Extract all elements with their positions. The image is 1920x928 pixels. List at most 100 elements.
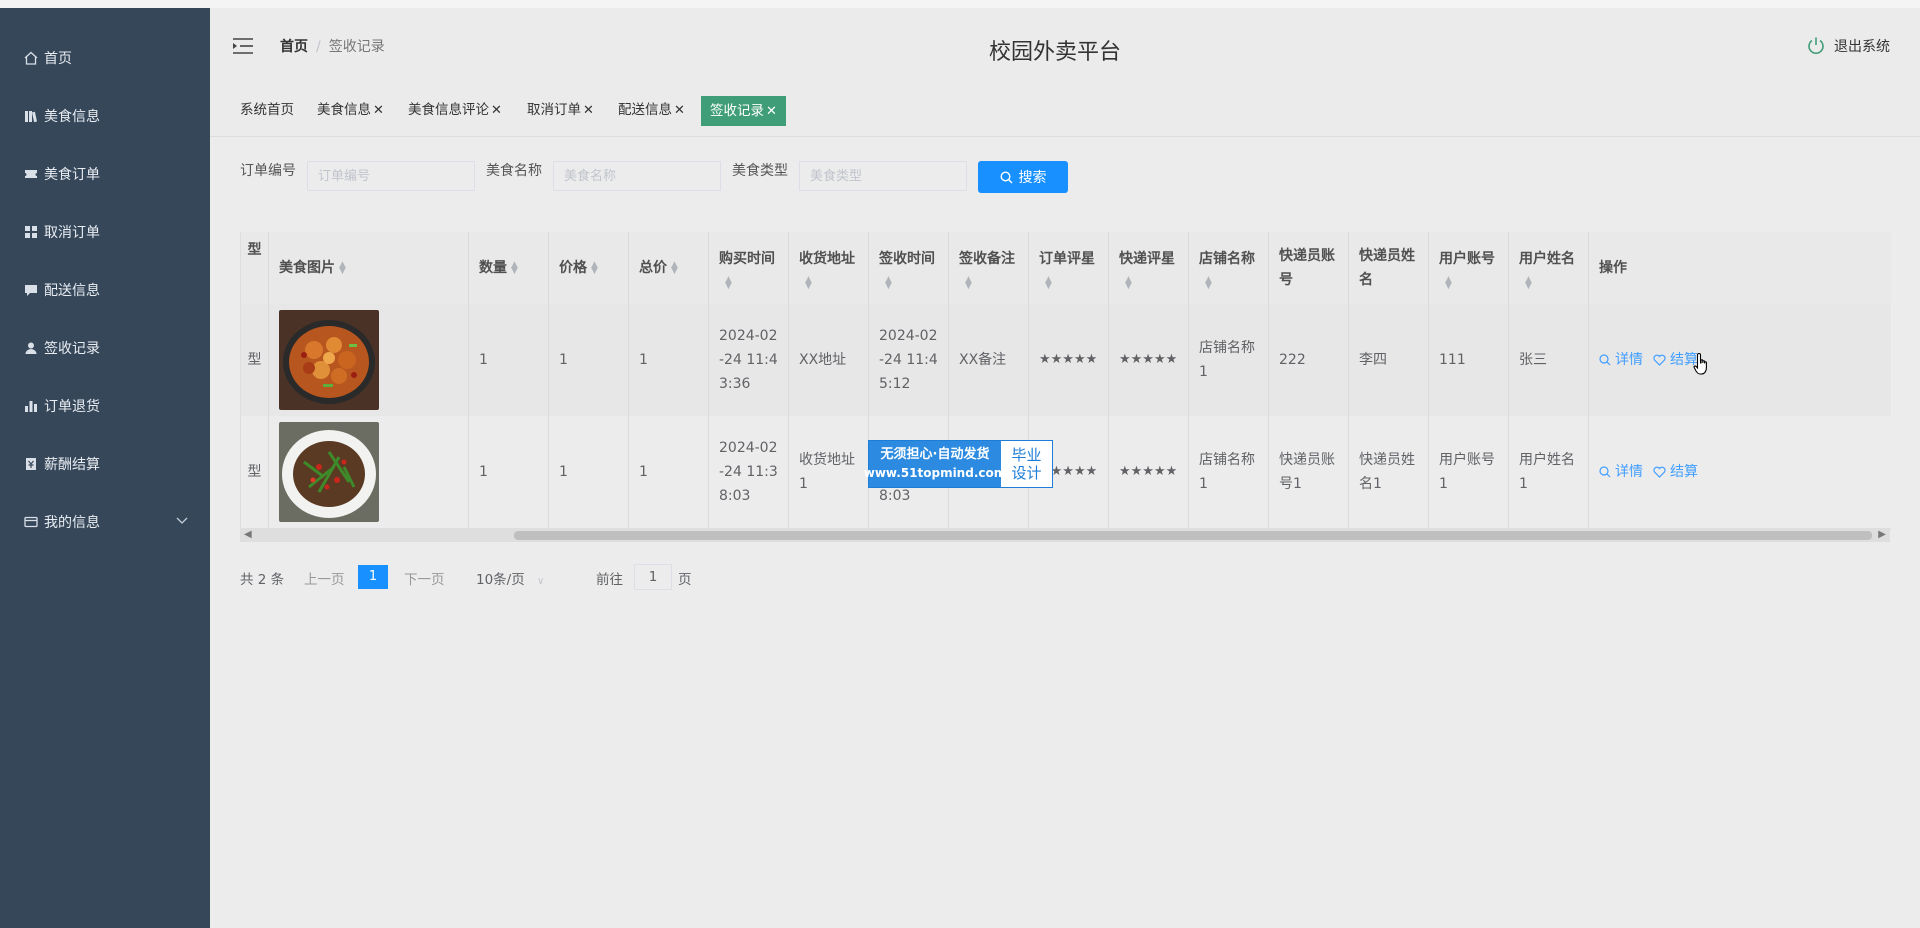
sort-icon[interactable]: ▲ ▼ <box>885 276 892 291</box>
settle-button[interactable]: 结算 <box>1653 348 1698 372</box>
goto-page-input[interactable]: 1 <box>634 564 672 590</box>
scroll-right-arrow-icon[interactable]: ▶ <box>1878 528 1886 542</box>
sidebar-item-delivery[interactable]: 配送信息 <box>0 270 210 310</box>
cell-buy-time: 2024-02-24 11:38:03 <box>709 416 789 528</box>
col-header-image[interactable]: 美食图片 ▲ ▼ <box>269 232 469 304</box>
records-table: 型 美食图片 ▲ ▼ 数量 ▲ ▼ 价格 ▲ ▼ 总价 ▲ ▼ 购买时间 ▲ ▼ 收货地址 ▲ ▼ 签收… <box>240 232 1891 542</box>
sidebar-item-home[interactable]: 首页 <box>0 38 210 78</box>
scrollbar-thumb[interactable] <box>514 531 1872 540</box>
watermark-line1: 无须担心·自动发货 <box>880 447 990 462</box>
logout-label: 退出系统 <box>1834 39 1890 55</box>
sort-icon[interactable]: ▲ ▼ <box>1525 276 1532 291</box>
col-header-user-name[interactable]: 用户姓名 ▲ ▼ <box>1509 232 1589 304</box>
goto-label: 前往 <box>596 572 623 588</box>
sort-icon[interactable]: ▲ ▼ <box>965 276 972 291</box>
tag-label: 系统首页 <box>240 102 294 118</box>
tag-cancel-orders[interactable]: 取消订单 ✕ <box>519 96 602 124</box>
col-header-sign-time[interactable]: 签收时间 ▲ ▼ <box>869 232 949 304</box>
sort-icon[interactable]: ▲ ▼ <box>805 276 812 291</box>
tag-food-comments[interactable]: 美食信息评论 ✕ <box>400 96 510 124</box>
prev-page-button[interactable]: 上一页 <box>304 568 345 588</box>
col-header-courier-account[interactable]: 快递员账号 <box>1269 232 1349 304</box>
page-title: 校园外卖平台 <box>988 40 1121 65</box>
tag-sign-records[interactable]: 签收记录 ✕ <box>701 96 786 126</box>
cell-type: 型 <box>241 304 269 416</box>
col-header-total[interactable]: 总价 ▲ ▼ <box>629 232 709 304</box>
sort-icon[interactable]: ▲ ▼ <box>339 261 346 276</box>
col-header-order-stars[interactable]: 订单评星 ▲ ▼ <box>1029 232 1109 304</box>
close-icon[interactable]: ✕ <box>674 103 685 118</box>
close-icon[interactable]: ✕ <box>766 104 777 119</box>
col-header-courier-name[interactable]: 快递员姓名 <box>1349 232 1429 304</box>
cell-courier-name: 快递员姓名1 <box>1349 416 1429 528</box>
food-image[interactable] <box>279 422 379 522</box>
close-icon[interactable]: ✕ <box>373 103 384 118</box>
sidebar-item-returns[interactable]: 订单退货 <box>0 386 210 426</box>
sort-icon[interactable]: ▲ ▼ <box>1445 276 1452 291</box>
sort-icon[interactable]: ▲ ▼ <box>511 261 518 276</box>
tag-delivery[interactable]: 配送信息 ✕ <box>610 96 693 124</box>
cell-image <box>269 416 469 528</box>
sort-icon[interactable]: ▲ ▼ <box>671 261 678 276</box>
col-header-price[interactable]: 价格 ▲ ▼ <box>549 232 629 304</box>
food-name-label: 美食名称 <box>486 163 542 179</box>
sidebar-item-my-info[interactable]: 我的信息 <box>0 502 210 542</box>
next-page-button[interactable]: 下一页 <box>404 568 445 588</box>
ledger-icon <box>24 457 38 471</box>
close-icon[interactable]: ✕ <box>583 103 594 118</box>
goto-suffix: 页 <box>678 572 692 588</box>
cell-price: 1 <box>549 416 629 528</box>
order-no-input[interactable] <box>307 161 475 191</box>
scroll-left-arrow-icon[interactable]: ◀ <box>244 528 252 542</box>
cell-total: 1 <box>629 304 709 416</box>
watermark-right2: 设计 <box>1011 464 1042 482</box>
cell-user-name: 张三 <box>1509 304 1589 416</box>
sidebar-item-food-info[interactable]: 美食信息 <box>0 96 210 136</box>
ticket-icon <box>24 167 38 181</box>
sidebar-item-cancel-orders[interactable]: 取消订单 <box>0 212 210 252</box>
search-icon <box>1599 466 1611 478</box>
detail-button[interactable]: 详情 <box>1599 460 1643 484</box>
col-header-address[interactable]: 收货地址 ▲ ▼ <box>789 232 869 304</box>
page-number-current[interactable]: 1 <box>358 565 388 589</box>
tags-view-bar: 系统首页 美食信息 ✕ 美食信息评论 ✕ 取消订单 ✕ 配送信息 ✕ 签收记录 ✕ <box>210 90 1920 137</box>
col-header-shop[interactable]: 店铺名称 ▲ ▼ <box>1189 232 1269 304</box>
col-header-buy-time[interactable]: 购买时间 ▲ ▼ <box>709 232 789 304</box>
close-icon[interactable]: ✕ <box>491 103 502 118</box>
sort-icon[interactable]: ▲ ▼ <box>591 261 598 276</box>
tag-home[interactable]: 系统首页 <box>232 96 302 124</box>
pagination-total: 共 2 条 <box>240 572 285 588</box>
heart-icon <box>1653 354 1666 366</box>
sort-icon[interactable]: ▲ ▼ <box>1045 276 1052 291</box>
col-header-qty[interactable]: 数量 ▲ ▼ <box>469 232 549 304</box>
chevron-down-icon: ∨ <box>537 576 545 587</box>
col-header-note[interactable]: 签收备注 ▲ ▼ <box>949 232 1029 304</box>
cell-courier-stars: ★★★★★ <box>1109 416 1189 528</box>
cell-image <box>269 304 469 416</box>
col-header-user-account[interactable]: 用户账号 ▲ ▼ <box>1429 232 1509 304</box>
tag-food-info[interactable]: 美食信息 ✕ <box>309 96 392 124</box>
sort-icon[interactable]: ▲ ▼ <box>1125 276 1132 291</box>
settle-button[interactable]: 结算 <box>1653 460 1698 484</box>
col-header-courier-stars[interactable]: 快递评星 ▲ ▼ <box>1109 232 1189 304</box>
sort-icon[interactable]: ▲ ▼ <box>1205 276 1212 291</box>
table-header-row: 型 美食图片 ▲ ▼ 数量 ▲ ▼ 价格 ▲ ▼ 总价 ▲ ▼ 购买时间 ▲ ▼ 收货地址 ▲ ▼ 签收… <box>241 232 1891 305</box>
sidebar-item-label: 我的信息 <box>44 515 100 531</box>
cell-courier-account: 222 <box>1269 304 1349 416</box>
sidebar-item-sign-records[interactable]: 签收记录 <box>0 328 210 368</box>
horizontal-scrollbar[interactable]: ◀ ▶ <box>240 528 1890 542</box>
food-type-input[interactable] <box>799 161 967 191</box>
sidebar-item-label: 取消订单 <box>44 225 100 241</box>
detail-button[interactable]: 详情 <box>1599 348 1643 372</box>
food-image[interactable] <box>279 310 379 410</box>
logout-button[interactable]: 退出系统 <box>1806 36 1890 56</box>
col-header-type[interactable]: 型 <box>241 232 269 304</box>
cell-user-account: 用户账号1 <box>1429 416 1509 528</box>
sidebar-item-salary[interactable]: 薪酬结算 <box>0 444 210 484</box>
heart-icon <box>1653 466 1666 478</box>
search-button[interactable]: 搜索 <box>978 161 1068 193</box>
sidebar-item-food-orders[interactable]: 美食订单 <box>0 154 210 194</box>
food-name-input[interactable] <box>553 161 721 191</box>
sort-icon[interactable]: ▲ ▼ <box>725 276 732 291</box>
page-size-select[interactable]: 10条/页 ∨ <box>476 568 554 588</box>
